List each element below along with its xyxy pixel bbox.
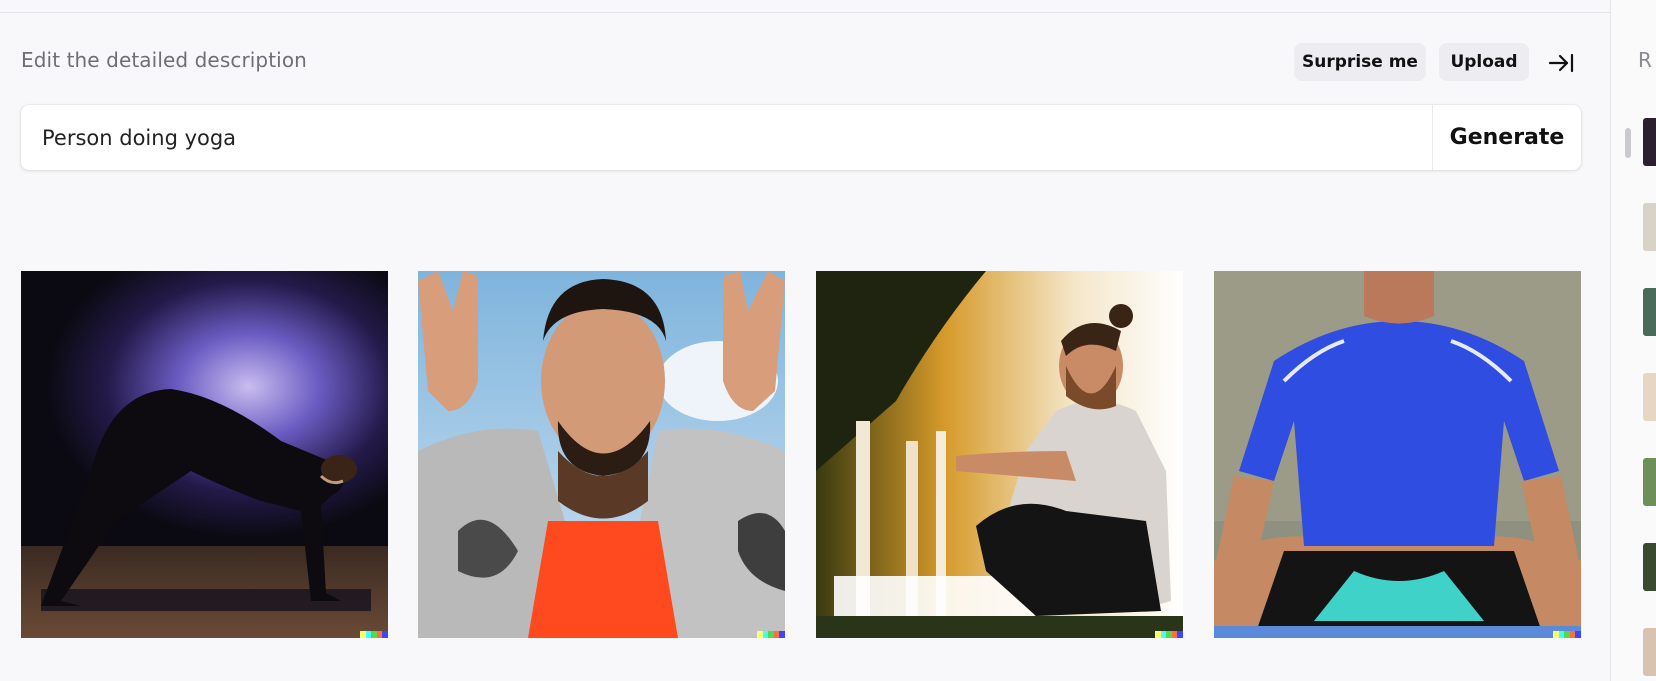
- history-thumbnail[interactable]: [1643, 543, 1656, 591]
- result-image-3[interactable]: [816, 271, 1183, 638]
- yoga-image-3: [816, 271, 1183, 638]
- history-thumbnail[interactable]: [1643, 118, 1656, 166]
- main-panel: Edit the detailed description Surprise m…: [0, 0, 1610, 681]
- generated-badge: [1155, 631, 1183, 638]
- history-thumbnail[interactable]: [1643, 288, 1656, 336]
- upload-button[interactable]: Upload: [1439, 43, 1529, 81]
- result-image-1[interactable]: [21, 271, 388, 638]
- generated-badge: [360, 631, 388, 638]
- generate-button[interactable]: Generate: [1432, 105, 1581, 170]
- history-thumbnail[interactable]: [1643, 628, 1656, 676]
- sidebar-scrollbar[interactable]: [1625, 128, 1631, 158]
- collapse-history-button[interactable]: [1546, 48, 1576, 78]
- result-image-4[interactable]: [1214, 271, 1581, 638]
- top-divider: [0, 0, 1610, 13]
- history-thumbnail[interactable]: [1643, 203, 1656, 251]
- prompt-bar: Generate: [21, 105, 1581, 170]
- sidebar-title: R: [1638, 48, 1652, 72]
- prompt-input[interactable]: [21, 105, 1432, 170]
- yoga-image-1: [21, 271, 388, 638]
- yoga-image-4: [1214, 271, 1581, 638]
- yoga-image-2: [418, 271, 785, 638]
- surprise-me-button[interactable]: Surprise me: [1294, 43, 1426, 81]
- page-heading: Edit the detailed description: [21, 48, 307, 72]
- generated-badge: [757, 631, 785, 638]
- result-image-2[interactable]: [418, 271, 785, 638]
- history-thumbnail[interactable]: [1643, 458, 1656, 506]
- arrow-right-to-bar-icon: [1548, 53, 1574, 73]
- generated-badge: [1553, 631, 1581, 638]
- history-sidebar: R: [1610, 0, 1656, 681]
- history-thumbnail[interactable]: [1643, 373, 1656, 421]
